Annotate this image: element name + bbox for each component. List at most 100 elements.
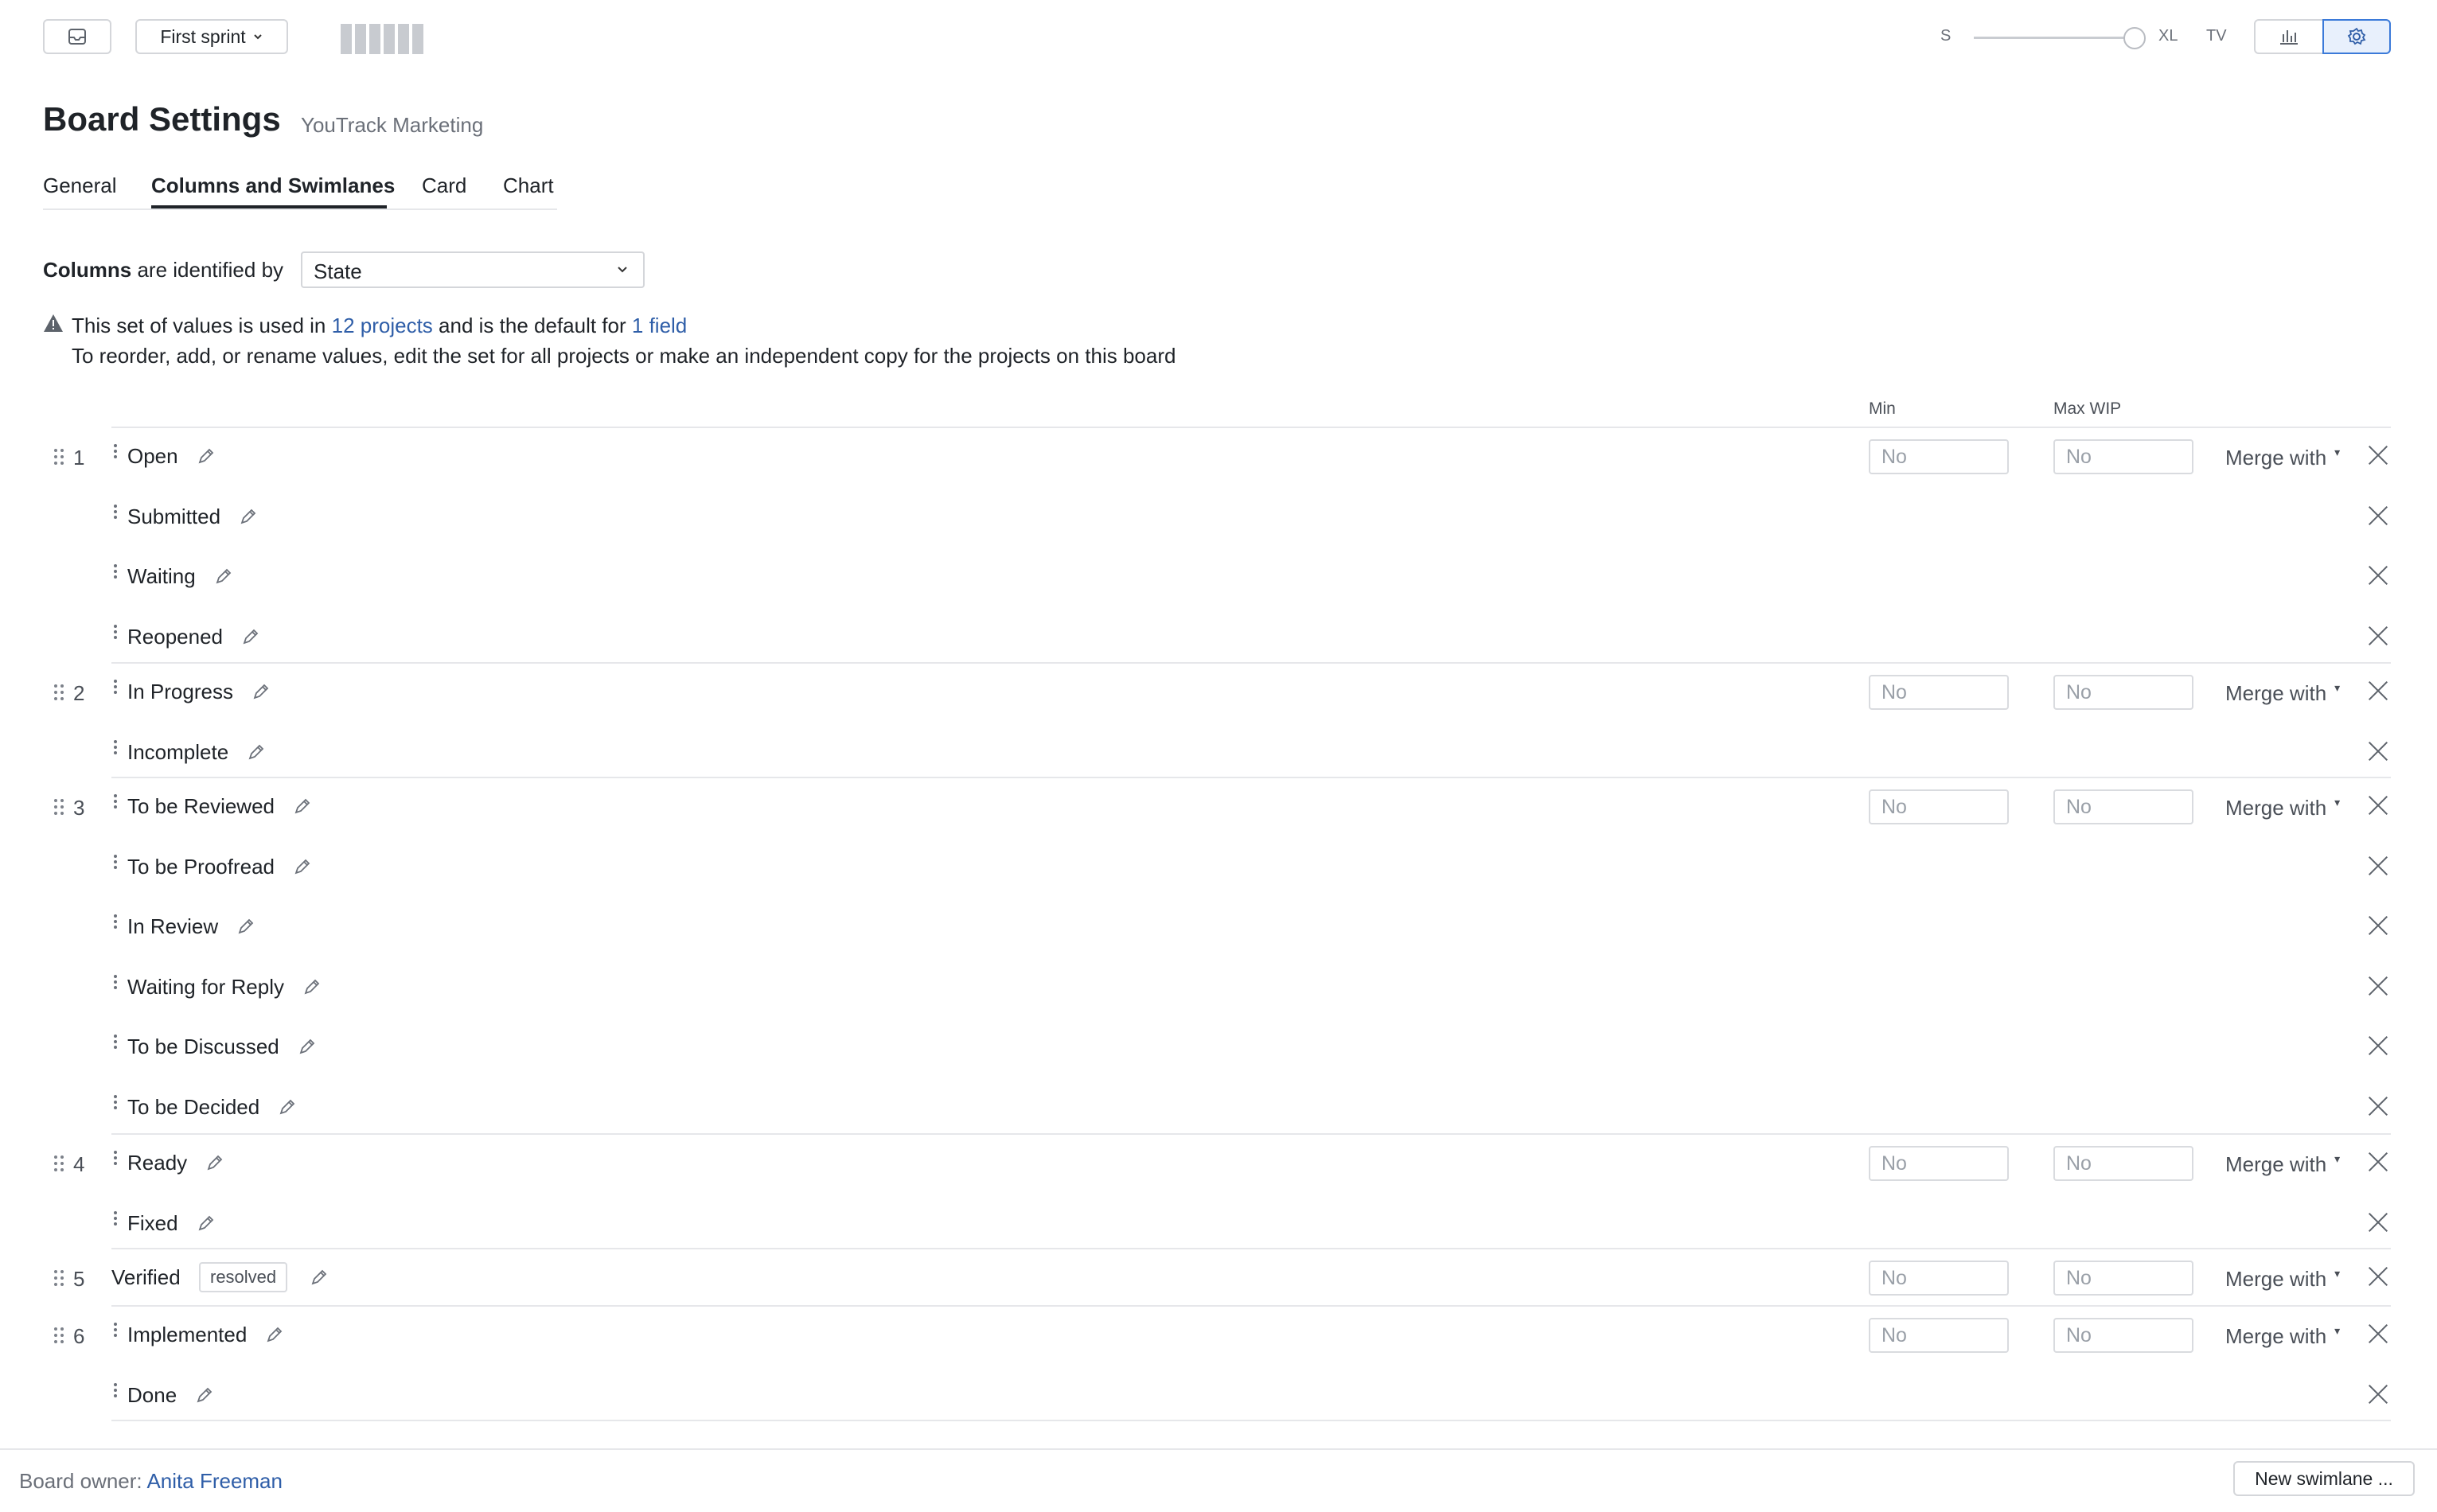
tab-chart[interactable]: Chart [503, 173, 554, 198]
min-input[interactable]: No [1869, 439, 2009, 474]
state-value-name: Open [127, 444, 178, 468]
edit-pencil-icon[interactable] [238, 506, 259, 527]
edit-pencil-icon[interactable] [246, 742, 267, 762]
value-drag-handle[interactable] [113, 739, 118, 757]
edit-pencil-icon[interactable] [309, 1267, 329, 1288]
value-drag-handle[interactable] [113, 1151, 118, 1167]
edit-pencil-icon[interactable] [196, 446, 216, 466]
edit-pencil-icon[interactable] [240, 626, 261, 647]
remove-value-close-icon[interactable] [2367, 1151, 2389, 1173]
value-drag-handle[interactable] [113, 1094, 118, 1112]
edit-pencil-icon[interactable] [277, 1097, 298, 1117]
edit-pencil-icon[interactable] [196, 1213, 216, 1233]
edit-pencil-icon[interactable] [292, 796, 313, 816]
edit-pencil-icon[interactable] [297, 1036, 318, 1057]
remove-value-close-icon[interactable] [2367, 1265, 2389, 1288]
remove-value-close-icon[interactable] [2367, 975, 2389, 997]
max-wip-input[interactable]: No [2053, 1261, 2193, 1296]
remove-value-close-icon[interactable] [2367, 505, 2389, 527]
value-drag-handle[interactable] [113, 794, 118, 811]
tab-columns-and-swimlanes[interactable]: Columns and Swimlanes [151, 173, 395, 198]
value-drag-handle[interactable] [113, 1035, 118, 1051]
merge-with-dropdown[interactable]: Merge with ▾ [2225, 446, 2340, 470]
drag-handle-icon[interactable] [54, 1155, 65, 1173]
tab-card[interactable]: Card [422, 173, 466, 198]
edit-pencil-icon[interactable] [264, 1324, 285, 1345]
max-wip-input[interactable]: No [2053, 1318, 2193, 1353]
inbox-button[interactable] [43, 19, 111, 54]
drag-handle-icon[interactable] [54, 684, 65, 702]
merge-with-dropdown[interactable]: Merge with ▾ [2225, 1267, 2340, 1292]
max-wip-input[interactable]: No [2053, 1146, 2193, 1181]
state-value-name: In Review [127, 914, 219, 938]
state-value-name: Reopened [127, 624, 223, 649]
columns-by-label: Columns are identified by [43, 258, 283, 283]
value-drag-handle[interactable] [113, 1323, 118, 1339]
remove-value-close-icon[interactable] [2367, 564, 2389, 586]
remove-value-close-icon[interactable] [2367, 740, 2389, 762]
field-select-value: State [314, 259, 362, 283]
min-input[interactable]: No [1869, 1146, 2009, 1181]
card-size-slider[interactable] [1974, 27, 2146, 49]
max-wip-input[interactable]: No [2053, 439, 2193, 474]
drag-handle-icon[interactable] [54, 799, 65, 816]
board-owner-link[interactable]: Anita Freeman [146, 1469, 283, 1493]
max-wip-input[interactable]: No [2053, 675, 2193, 710]
edit-pencil-icon[interactable] [194, 1385, 215, 1405]
remove-value-close-icon[interactable] [2367, 1035, 2389, 1057]
remove-value-close-icon[interactable] [2367, 680, 2389, 702]
remove-value-close-icon[interactable] [2367, 794, 2389, 816]
remove-value-close-icon[interactable] [2367, 444, 2389, 466]
min-input[interactable]: No [1869, 1261, 2009, 1296]
remove-value-close-icon[interactable] [2367, 1095, 2389, 1117]
merge-with-dropdown[interactable]: Merge with ▾ [2225, 681, 2340, 706]
remove-value-close-icon[interactable] [2367, 855, 2389, 877]
min-input[interactable]: No [1869, 1318, 2009, 1353]
new-swimlane-label: New swimlane ... [2255, 1467, 2393, 1489]
tab-general[interactable]: General [43, 173, 117, 198]
tv-mode-toggle[interactable]: TV [2206, 27, 2227, 45]
remove-value-close-icon[interactable] [2367, 625, 2389, 647]
edit-pencil-icon[interactable] [236, 916, 256, 937]
min-input[interactable]: No [1869, 675, 2009, 710]
min-input[interactable]: No [1869, 789, 2009, 824]
value-drag-handle[interactable] [113, 914, 118, 931]
value-drag-handle[interactable] [113, 974, 118, 992]
edit-pencil-icon[interactable] [302, 976, 322, 997]
board-preview-icon[interactable] [341, 24, 423, 54]
edit-pencil-icon[interactable] [292, 856, 313, 877]
remove-value-close-icon[interactable] [2367, 914, 2389, 937]
value-drag-handle[interactable] [113, 680, 118, 696]
sprint-selector[interactable]: First sprint [135, 19, 288, 54]
remove-value-close-icon[interactable] [2367, 1211, 2389, 1233]
slider-thumb[interactable] [2123, 27, 2146, 49]
value-drag-handle[interactable] [113, 564, 118, 581]
value-drag-handle[interactable] [113, 1210, 118, 1228]
projects-link[interactable]: 12 projects [332, 314, 433, 337]
drag-handle-icon[interactable] [54, 1270, 65, 1288]
remove-value-close-icon[interactable] [2367, 1323, 2389, 1345]
field-select[interactable]: State [301, 251, 645, 288]
field-link[interactable]: 1 field [632, 314, 687, 337]
value-drag-handle[interactable] [113, 444, 118, 461]
edit-pencil-icon[interactable] [205, 1152, 225, 1173]
merge-with-dropdown[interactable]: Merge with ▾ [2225, 1152, 2340, 1177]
remove-value-close-icon[interactable] [2367, 1383, 2389, 1405]
edit-pencil-icon[interactable] [251, 681, 271, 702]
new-swimlane-button[interactable]: New swimlane ... [2233, 1461, 2415, 1496]
settings-button[interactable] [2322, 19, 2391, 54]
drag-handle-icon[interactable] [54, 449, 65, 466]
merge-with-dropdown[interactable]: Merge with ▾ [2225, 796, 2340, 820]
drag-handle-icon[interactable] [54, 1327, 65, 1345]
max-wip-input[interactable]: No [2053, 789, 2193, 824]
caret-down-icon: ▾ [2334, 1324, 2341, 1337]
value-drag-handle[interactable] [113, 1382, 118, 1400]
edit-pencil-icon[interactable] [213, 566, 234, 586]
max-wip-column-header: Max WIP [2053, 399, 2122, 418]
chart-view-button[interactable] [2254, 19, 2324, 54]
value-drag-handle[interactable] [113, 854, 118, 871]
chevron-down-icon [618, 267, 627, 273]
value-drag-handle[interactable] [113, 624, 118, 641]
merge-with-dropdown[interactable]: Merge with ▾ [2225, 1324, 2340, 1349]
value-drag-handle[interactable] [113, 504, 118, 521]
